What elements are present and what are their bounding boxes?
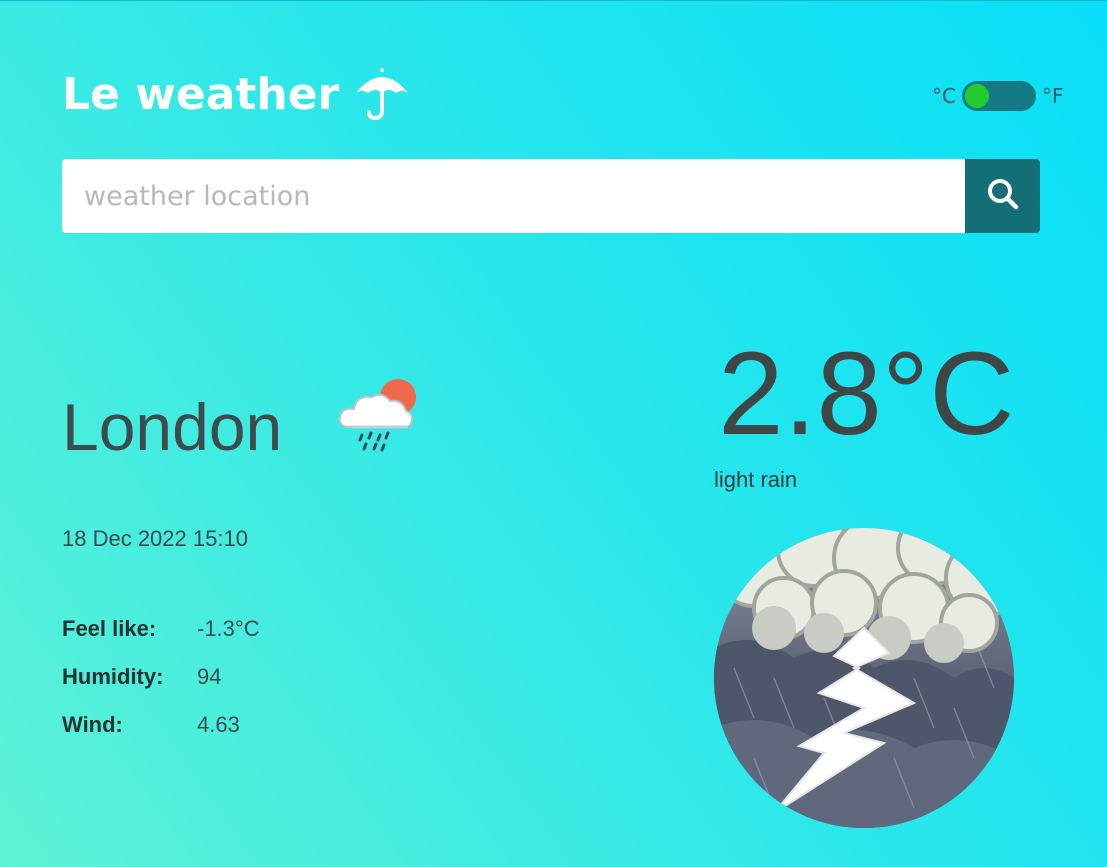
temperature: 2.8°C — [718, 328, 1015, 460]
app-title-text: Le weather — [62, 68, 340, 120]
unit-toggle: °C °F — [932, 81, 1063, 111]
search-button[interactable] — [965, 159, 1040, 233]
weather-description: light rain — [714, 467, 798, 492]
detail-value: 94 — [197, 664, 222, 689]
detail-value: -1.3°C — [197, 616, 260, 641]
datetime: 18 Dec 2022 15:10 — [62, 526, 248, 551]
thunderstorm-image — [714, 528, 1014, 828]
app-title: Le weather — [62, 67, 411, 121]
search-bar — [62, 159, 1040, 233]
detail-row-humidity: Humidity: 94 — [62, 653, 260, 701]
detail-row-wind: Wind: 4.63 — [62, 701, 260, 749]
city-name: London — [62, 390, 283, 464]
search-icon — [986, 177, 1020, 215]
celsius-label[interactable]: °C — [932, 84, 956, 108]
weather-details: Feel like: -1.3°C Humidity: 94 Wind: 4.6… — [62, 605, 260, 749]
detail-value: 4.63 — [197, 712, 240, 737]
search-input[interactable] — [62, 159, 965, 233]
rain-cloud-sun-icon — [336, 377, 422, 457]
detail-label: Humidity: — [62, 664, 164, 689]
toggle-knob — [964, 84, 989, 108]
detail-label: Feel like: — [62, 616, 157, 641]
detail-row-feels-like: Feel like: -1.3°C — [62, 605, 260, 653]
umbrella-icon — [353, 67, 411, 121]
detail-label: Wind: — [62, 712, 123, 737]
fahrenheit-label[interactable]: °F — [1042, 84, 1064, 108]
unit-toggle-switch[interactable] — [961, 81, 1036, 111]
